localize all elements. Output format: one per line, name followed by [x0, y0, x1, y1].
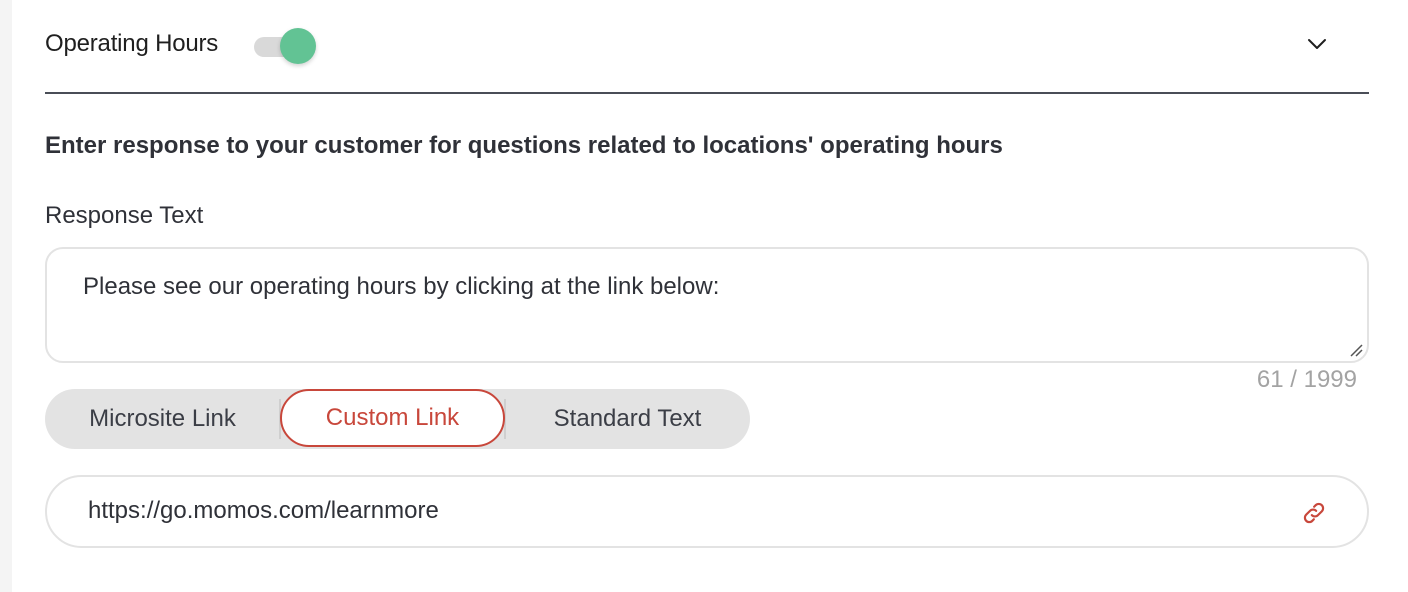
tab-custom-link[interactable]: Custom Link [280, 389, 505, 447]
character-counter: 61 / 1999 [1256, 366, 1357, 393]
toggle-knob [280, 28, 316, 64]
custom-link-input[interactable] [88, 497, 1188, 525]
response-text-label: Response Text [45, 202, 204, 229]
section-title: Operating Hours [45, 30, 219, 57]
tab-standard-text[interactable]: Standard Text [505, 389, 750, 449]
link-icon[interactable] [1301, 500, 1327, 526]
custom-link-field[interactable] [45, 475, 1369, 548]
resize-handle-icon[interactable] [1349, 343, 1363, 357]
chevron-down-icon[interactable] [1305, 32, 1329, 56]
operating-hours-toggle[interactable] [252, 26, 316, 64]
header-divider [45, 92, 1369, 94]
operating-hours-card: Operating Hours Enter response to your c… [12, 0, 1408, 592]
link-type-selector: Microsite Link Standard Text Custom Link [45, 389, 750, 449]
section-description: Enter response to your customer for ques… [45, 132, 1003, 159]
tab-microsite-link[interactable]: Microsite Link [45, 389, 280, 449]
response-text-value[interactable]: Please see our operating hours by clicki… [83, 273, 1331, 301]
response-text-field[interactable]: Please see our operating hours by clicki… [45, 247, 1369, 363]
section-header[interactable]: Operating Hours [45, 22, 1369, 66]
